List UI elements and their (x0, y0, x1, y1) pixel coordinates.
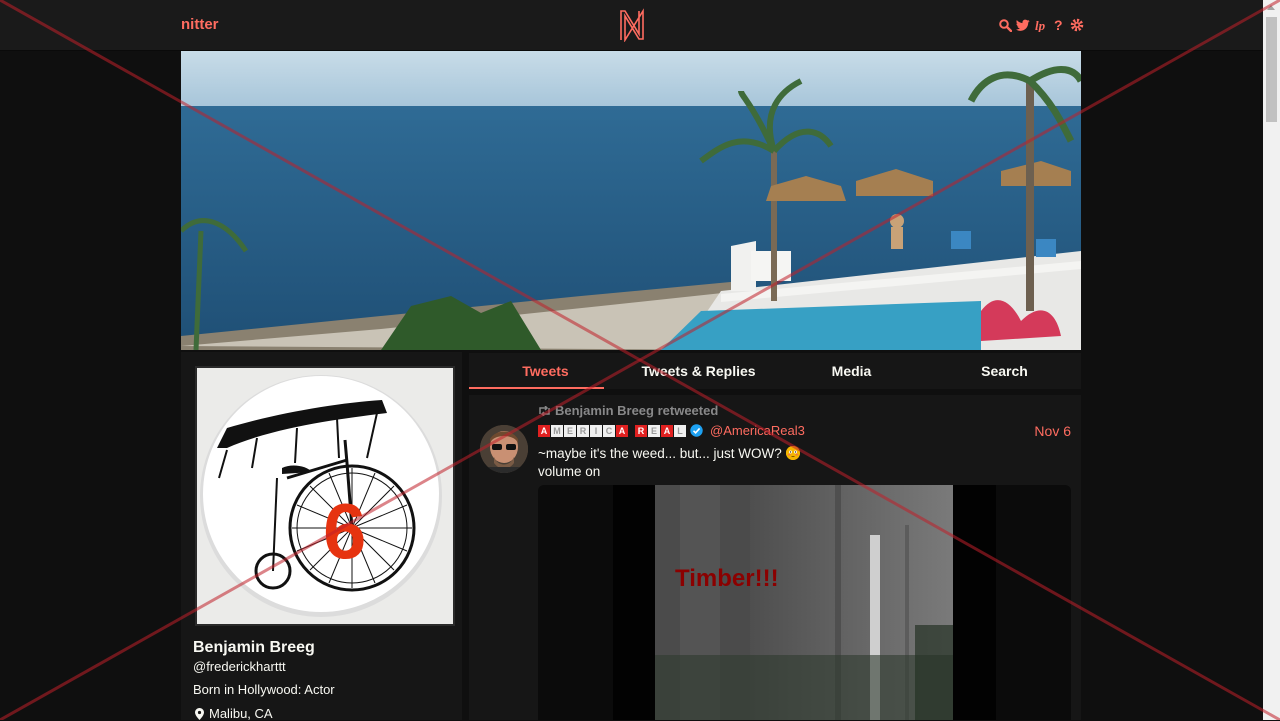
retweet-text: Benjamin Breeg retweeted (555, 403, 719, 418)
tweet-avatar-image (480, 425, 528, 473)
brand-link[interactable]: nitter (181, 16, 219, 33)
fullname-letter-box: A (661, 424, 673, 437)
nav-icons: lp ? (998, 17, 1084, 33)
location-text: Malibu, CA (209, 706, 273, 721)
tweet-date[interactable]: Nov 6 (1034, 423, 1071, 439)
navbar: nitter lp ? (0, 0, 1263, 51)
profile-bio: Born in Hollywood: Actor (193, 682, 335, 697)
search-icon[interactable] (998, 17, 1012, 33)
fullname-letter-box: C (603, 424, 615, 437)
tweet-handle[interactable]: @AmericaReal3 (710, 423, 805, 438)
help-icon[interactable]: ? (1052, 17, 1066, 33)
location-pin-icon (195, 707, 204, 720)
timeline-tabs: Tweets Tweets & Replies Media Search (469, 353, 1081, 389)
video-frame[interactable]: Timber!!! (655, 485, 953, 720)
tab-tweets-replies[interactable]: Tweets & Replies (622, 353, 775, 389)
tweet-header: AMERICAREAL @AmericaReal3 (538, 423, 805, 438)
fullname-letter-box: E (648, 424, 660, 437)
profile-name[interactable]: Benjamin Breeg (193, 639, 315, 657)
page-scrollbar[interactable] (1263, 0, 1280, 720)
svg-text:lp: lp (1035, 18, 1046, 32)
profile-location: Malibu, CA (195, 706, 273, 721)
fullname-letter-box: M (551, 424, 563, 437)
profile-card: 6 Benjamin Breeg @frederickharttt Born i… (181, 352, 462, 721)
tab-tweets[interactable]: Tweets (469, 353, 622, 389)
fullname-letter-box: R (635, 424, 647, 437)
flushed-face-icon (785, 446, 800, 460)
fullname-letter-box: E (564, 424, 576, 437)
retweet-icon (539, 405, 550, 416)
tweet-text-line2: volume on (538, 464, 601, 479)
retweet-header[interactable]: Benjamin Breeg retweeted (538, 403, 718, 418)
video-caption: Timber!!! (675, 565, 779, 592)
fullname-letter-box: A (616, 424, 628, 437)
verified-badge-icon (690, 424, 703, 437)
fullname-letter-box: L (674, 424, 686, 437)
tweet-media-video[interactable]: Timber!!! (538, 485, 1071, 720)
fullname-letter-box: A (538, 424, 550, 437)
tweet-fullname[interactable]: AMERICAREAL (538, 424, 686, 437)
avatar-image: 6 (197, 368, 453, 624)
svg-text:?: ? (1054, 18, 1063, 32)
timeline: Benjamin Breeg retweeted AMERICAREAL @Am… (469, 395, 1081, 720)
gear-icon[interactable] (1070, 17, 1084, 33)
banner-image (181, 51, 1081, 350)
tab-media[interactable]: Media (775, 353, 928, 389)
profile-banner[interactable] (181, 51, 1081, 350)
fullname-letter-box: R (577, 424, 589, 437)
nitter-logo-icon[interactable] (618, 8, 646, 42)
tweet-text-line1: ~maybe it's the weed... but... just WOW? (538, 446, 782, 461)
profile-avatar[interactable]: 6 (195, 366, 455, 626)
video-thumbnail (655, 485, 953, 720)
twitter-bird-icon[interactable] (1016, 17, 1030, 33)
tweet-avatar[interactable] (480, 425, 528, 473)
fullname-letter-box: I (590, 424, 602, 437)
scroll-up-arrow-icon[interactable] (1267, 5, 1275, 10)
profile-handle[interactable]: @frederickharttt (193, 659, 286, 674)
rss-icon[interactable]: lp (1034, 17, 1048, 33)
tweet-text: ~maybe it's the weed... but... just WOW?… (538, 445, 800, 481)
avatar-number: 6 (323, 487, 366, 575)
scroll-thumb[interactable] (1266, 17, 1277, 122)
tab-search[interactable]: Search (928, 353, 1081, 389)
